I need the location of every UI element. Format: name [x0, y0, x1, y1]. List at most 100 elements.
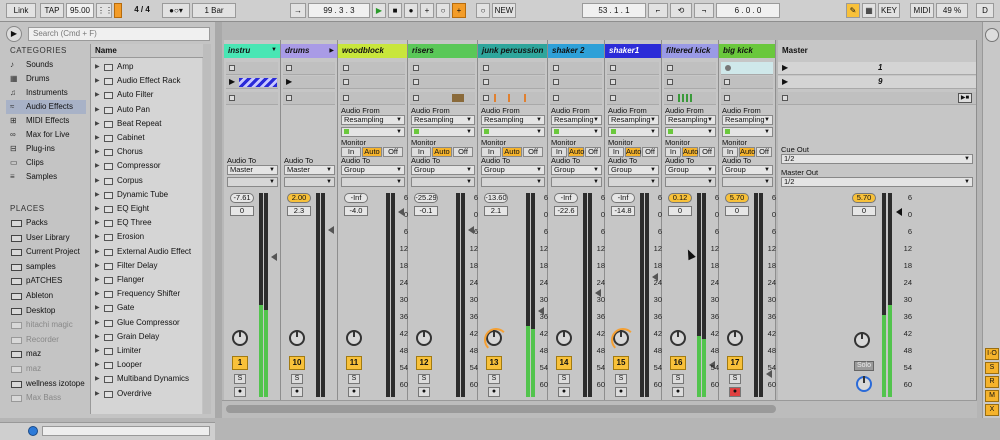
place-item[interactable]: pATCHES: [6, 274, 88, 288]
solo-button[interactable]: S: [348, 374, 360, 384]
track-activator-button[interactable]: 16: [670, 356, 686, 370]
audio-from-select[interactable]: Resampling: [665, 115, 716, 125]
expand-icon[interactable]: ▶: [95, 234, 100, 240]
expand-icon[interactable]: ▶: [95, 163, 100, 169]
expand-icon[interactable]: ▶: [95, 277, 100, 283]
track-title[interactable]: junk percussion: [478, 44, 547, 58]
expand-icon[interactable]: ▶: [95, 92, 100, 98]
clip-slot[interactable]: [664, 62, 716, 75]
category-sounds[interactable]: ♪ Sounds: [6, 58, 86, 72]
solo-button[interactable]: S: [729, 374, 741, 384]
follow-icon[interactable]: →: [290, 3, 306, 18]
midi-map-button[interactable]: MIDI: [910, 3, 934, 18]
expand-icon[interactable]: ▶: [95, 291, 100, 297]
clip-launch-icon[interactable]: ▶: [286, 77, 292, 86]
expand-icon[interactable]: ▶: [95, 320, 100, 326]
place-item[interactable]: maz: [6, 362, 88, 376]
audio-to-select[interactable]: Group: [722, 165, 773, 175]
audio-to-channel[interactable]: [284, 177, 335, 187]
pan-field[interactable]: 0: [725, 206, 749, 216]
volume-field[interactable]: -Inf: [344, 193, 368, 203]
list-item[interactable]: ▶ Cabinet: [93, 131, 201, 145]
solo-button[interactable]: S: [672, 374, 684, 384]
arm-button[interactable]: ●: [418, 387, 430, 397]
category-audio-effects[interactable]: ≈ Audio Effects: [6, 100, 86, 114]
volume-field[interactable]: -Inf: [611, 193, 635, 203]
master-pan[interactable]: 0: [852, 206, 876, 216]
pan-knob[interactable]: [346, 330, 362, 346]
expand-icon[interactable]: ▶: [95, 220, 100, 226]
tempo-field[interactable]: 95.00: [66, 3, 94, 18]
clip-slot[interactable]: ▶: [226, 76, 278, 89]
expand-icon[interactable]: ▶: [95, 249, 100, 255]
clip-stop-icon[interactable]: [343, 79, 349, 85]
overdub-icon[interactable]: +: [420, 3, 434, 18]
list-item[interactable]: ▶ Beat Repeat: [93, 117, 201, 131]
category-drums[interactable]: ▦ Drums: [6, 72, 86, 86]
place-item[interactable]: maz: [6, 347, 88, 361]
track-activator-button[interactable]: 17: [727, 356, 743, 370]
clip-slot[interactable]: [226, 62, 278, 75]
category-plug-ins[interactable]: ⊟ Plug-ins: [6, 142, 86, 156]
clip-stop-icon[interactable]: [229, 95, 235, 101]
session-record-icon[interactable]: +: [452, 3, 466, 18]
expand-icon[interactable]: ▶: [95, 135, 100, 141]
track-title[interactable]: big kick: [719, 44, 775, 58]
playing-clip[interactable]: [239, 78, 277, 87]
search-input[interactable]: Search (Cmd + F): [28, 27, 210, 41]
audio-to-select[interactable]: Group: [341, 165, 405, 175]
category-samples[interactable]: ≡ Samples: [6, 170, 86, 184]
pan-field[interactable]: 2.1: [484, 206, 508, 216]
audio-to-select[interactable]: Group: [551, 165, 602, 175]
master-volume[interactable]: 5.70: [852, 193, 876, 203]
expand-icon[interactable]: ▶: [95, 376, 100, 382]
place-item[interactable]: hitachi magic: [6, 318, 88, 332]
pan-knob[interactable]: [232, 330, 248, 346]
audio-to-channel[interactable]: [411, 177, 475, 187]
io-toggle[interactable]: I·O: [985, 348, 999, 360]
clip-slot[interactable]: [340, 76, 405, 89]
place-item[interactable]: Ableton: [6, 289, 88, 303]
groove-icon[interactable]: ●○▾: [162, 3, 190, 18]
returns-toggle[interactable]: R: [985, 376, 999, 388]
clip-slot[interactable]: [607, 76, 659, 89]
track-title[interactable]: filtered kick: [662, 44, 718, 58]
category-clips[interactable]: ▭ Clips: [6, 156, 86, 170]
expand-icon[interactable]: ▶: [95, 107, 100, 113]
volume-field[interactable]: -7.61: [230, 193, 254, 203]
preview-bar[interactable]: [42, 426, 210, 436]
master-solo-button[interactable]: Solo: [854, 361, 874, 371]
scroll-thumb[interactable]: [226, 405, 776, 413]
position-field[interactable]: 99 . 3 . 3: [308, 3, 370, 18]
monitor-off-button[interactable]: Off: [523, 147, 543, 157]
clip-stop-icon[interactable]: [413, 79, 419, 85]
link-button[interactable]: Link: [6, 3, 36, 18]
clip-stop-icon[interactable]: [286, 65, 292, 71]
expand-icon[interactable]: ▶: [95, 64, 100, 70]
clip-slot[interactable]: [721, 62, 773, 75]
draw-mode-icon[interactable]: ✎: [846, 3, 860, 18]
audio-to-channel[interactable]: [341, 177, 405, 187]
name-column-header[interactable]: Name: [91, 44, 203, 58]
list-item[interactable]: ▶ Chorus: [93, 145, 201, 159]
scene-9[interactable]: ▶ 9: [778, 76, 976, 89]
clip-launch-icon[interactable]: ▶: [229, 77, 235, 86]
cue-volume-knob[interactable]: [856, 376, 872, 392]
place-item[interactable]: Desktop: [6, 304, 88, 318]
audio-to-select[interactable]: Group: [608, 165, 659, 175]
list-item[interactable]: ▶ Dynamic Tube: [93, 188, 201, 202]
pan-field[interactable]: -22.6: [554, 206, 578, 216]
solo-button[interactable]: S: [234, 374, 246, 384]
stop-all-clips-icon[interactable]: ▶■: [958, 93, 972, 103]
arm-button[interactable]: ●: [615, 387, 627, 397]
clip-stop-icon[interactable]: [667, 79, 673, 85]
track-title[interactable]: risers: [408, 44, 477, 58]
clip-slot[interactable]: [550, 62, 602, 75]
expand-icon[interactable]: ▶: [95, 362, 100, 368]
pan-knob[interactable]: [289, 330, 305, 346]
volume-field[interactable]: 2.00: [287, 193, 311, 203]
back-to-arrangement-icon[interactable]: ○: [476, 3, 490, 18]
clip-slot[interactable]: [550, 76, 602, 89]
master-pan-knob[interactable]: [854, 332, 870, 348]
clip-stop-icon[interactable]: [483, 79, 489, 85]
